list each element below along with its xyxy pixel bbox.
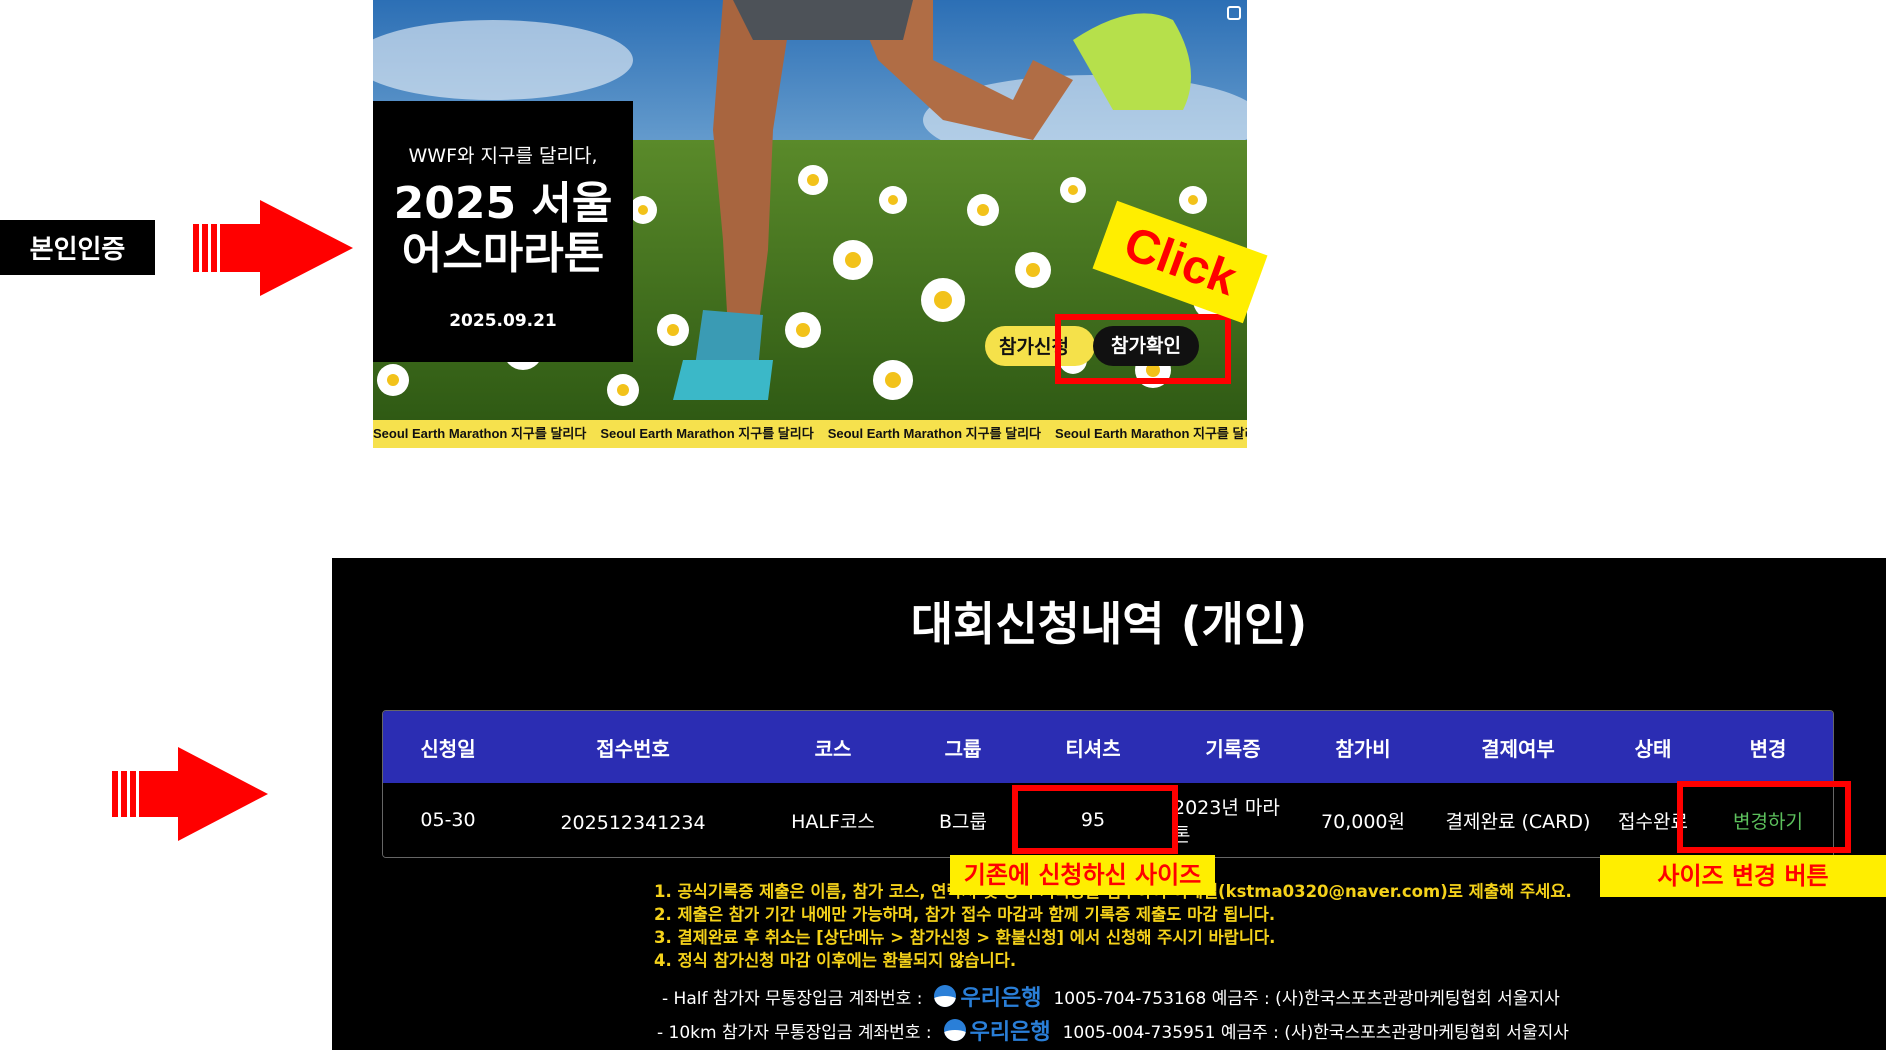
column-header: 상태 — [1634, 736, 1672, 761]
notice-item: 4. 정식 참가신청 마감 이후에는 환불되지 않습니다. — [654, 951, 1017, 970]
bank-logo: 우리은행 — [934, 980, 1041, 1012]
existing-size-annotation: 기존에 신청하신 사이즈 — [950, 855, 1215, 895]
confirm-highlight-box — [1055, 314, 1231, 384]
notice-item: 2. 제출은 참가 기간 내에만 가능하며, 참가 접수 마감과 함께 기록증 … — [654, 905, 1276, 924]
tshirt-size-highlight-box — [1012, 785, 1178, 854]
change-button-highlight-box — [1677, 781, 1851, 853]
right-arrow-icon — [112, 747, 268, 841]
column-header: 코스 — [814, 736, 852, 761]
account-info-half: - Half 참가자 무통장입금 계좌번호 : 우리은행 1005-704-75… — [662, 980, 1560, 1012]
account-detail: 1005-704-753168 예금주 : (사)한국스포츠관광마케팅협회 서울… — [1053, 988, 1560, 1009]
event-date: 2025.09.21 — [449, 311, 557, 331]
event-title-line: 어스마라톤 — [401, 228, 605, 279]
notice-item: 3. 결제완료 후 취소는 [상단메뉴 > 참가신청 > 환불신청] 에서 신청… — [654, 928, 1276, 947]
table-cell: 2023년 마라톤 — [1173, 797, 1280, 846]
page-title: 대회신청내역 (개인) — [910, 597, 1308, 651]
account-label: - 10km 참가자 무통장입금 계좌번호 : — [657, 1022, 932, 1043]
bank-name: 우리은행 — [969, 1020, 1051, 1045]
event-title-card: WWF와 지구를 달리다, 2025 서울 어스마라톤 2025.09.21 — [373, 101, 633, 362]
account-detail: 1005-004-735951 예금주 : (사)한국스포츠관광마케팅협회 서울… — [1062, 1022, 1569, 1043]
column-header: 티셔츠 — [1065, 736, 1121, 761]
table-cell: B그룹 — [939, 810, 987, 833]
ticker-item: Seoul Earth Marathon 지구를 달리다 — [373, 426, 587, 441]
woori-bank-icon — [934, 985, 957, 1007]
event-subtitle: WWF와 지구를 달리다, — [408, 145, 598, 167]
table-cell: 05-30 — [420, 809, 476, 831]
column-header: 그룹 — [944, 736, 982, 761]
ticker-item: Seoul Earth Marathon 지구를 달리다 — [600, 426, 814, 441]
banner-ticker: Seoul Earth Marathon 지구를 달리다 Seoul Earth … — [373, 420, 1247, 448]
column-header: 기록증 — [1205, 736, 1261, 761]
account-info-10km: - 10km 참가자 무통장입금 계좌번호 : 우리은행 1005-004-73… — [657, 1014, 1569, 1046]
column-header: 접수번호 — [596, 736, 670, 761]
account-label: - Half 참가자 무통장입금 계좌번호 : — [662, 988, 923, 1009]
event-title-line: 2025 서울 — [393, 178, 613, 229]
table-cell: 70,000원 — [1321, 810, 1405, 833]
ticker-item: Seoul Earth Marathon 지구를 달리다 — [1055, 426, 1247, 441]
woori-bank-icon — [943, 1019, 966, 1041]
change-button-annotation: 사이즈 변경 버튼 — [1600, 855, 1886, 897]
table-cell: 202512341234 — [560, 812, 706, 834]
event-title: 2025 서울 어스마라톤 — [373, 179, 633, 279]
table-header: 신청일 접수번호 코스 그룹 티셔츠 기록증 참가비 결제여부 상태 변경 — [383, 711, 1833, 783]
table-cell: HALF코스 — [791, 810, 875, 833]
column-header: 결제여부 — [1481, 736, 1555, 761]
ticker-item: Seoul Earth Marathon 지구를 달리다 — [827, 426, 1042, 441]
column-header: 신청일 — [420, 736, 476, 761]
bank-name: 우리은행 — [960, 986, 1042, 1011]
right-arrow-icon — [193, 200, 353, 296]
column-header: 참가비 — [1335, 736, 1391, 761]
identity-verification-label: 본인인증 — [0, 220, 155, 275]
expand-icon[interactable] — [1227, 6, 1241, 20]
bank-logo: 우리은행 — [943, 1014, 1051, 1046]
column-header: 변경 — [1749, 736, 1787, 761]
table-cell: 결제완료 (CARD) — [1445, 810, 1591, 833]
